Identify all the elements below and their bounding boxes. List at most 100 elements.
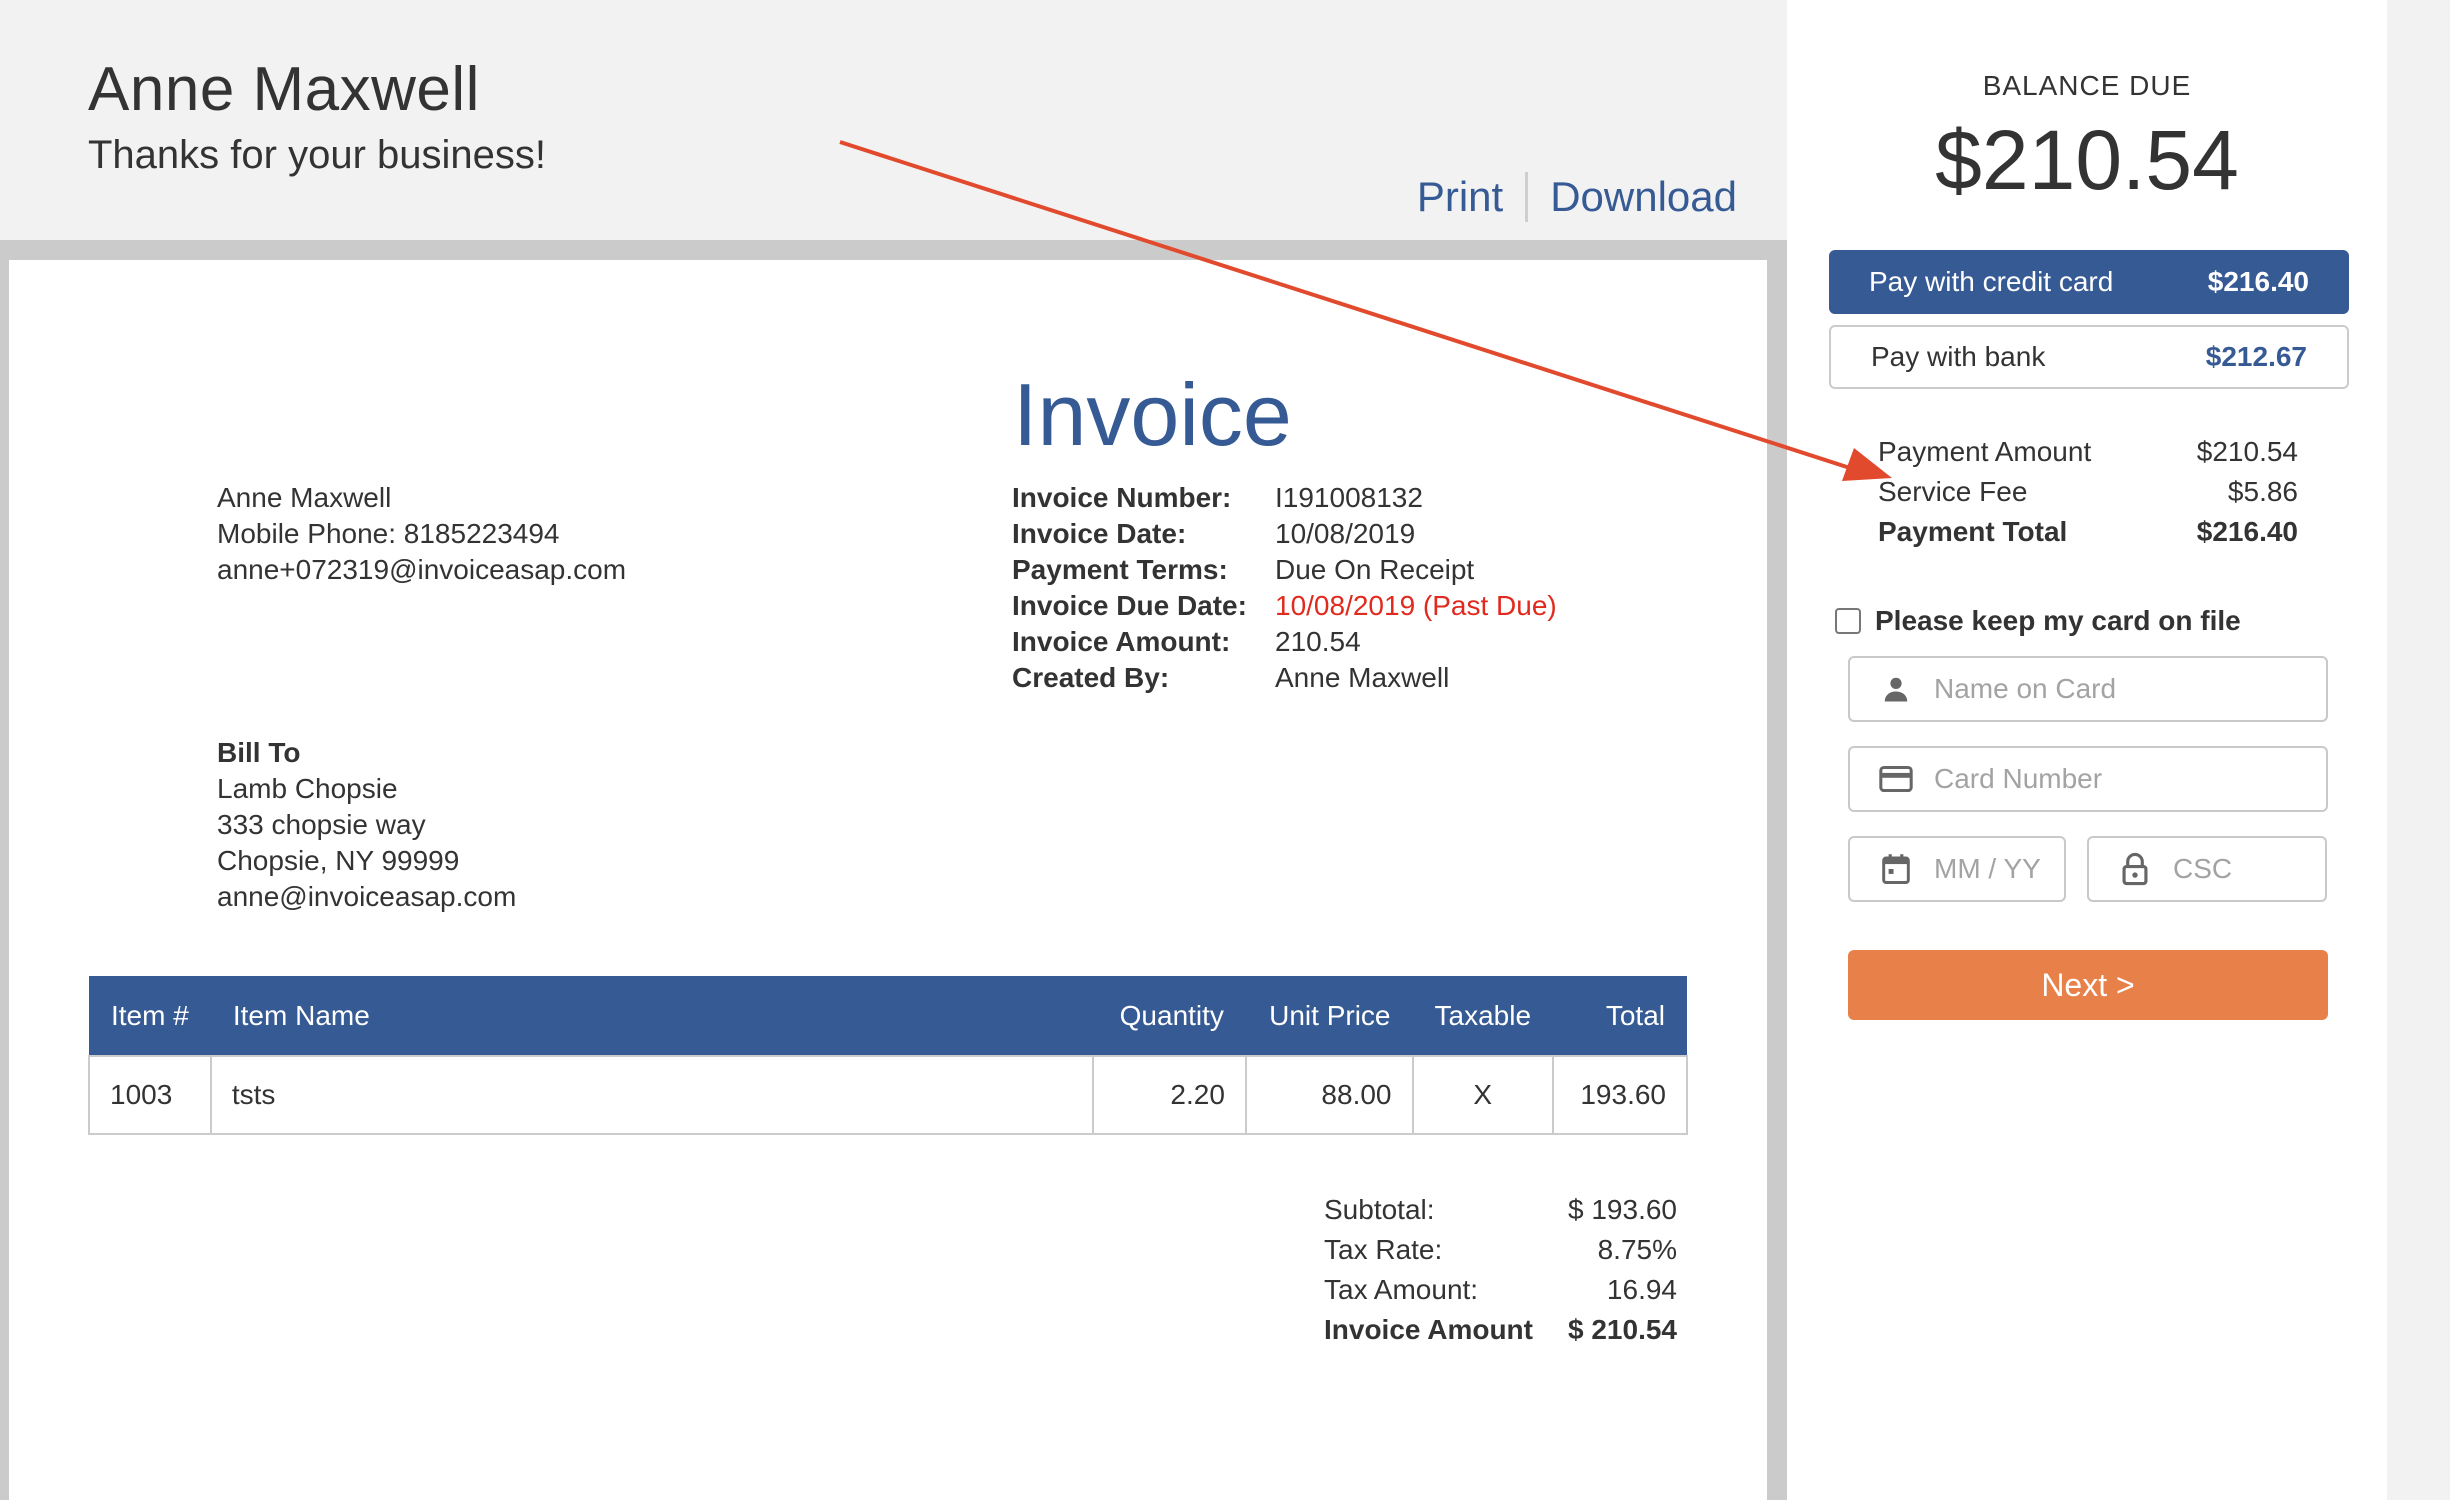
keep-card-checkbox[interactable] xyxy=(1835,608,1861,634)
invoice-title: Invoice xyxy=(1013,365,1292,464)
name-on-card-field[interactable]: Name on Card xyxy=(1848,656,2328,722)
meta-label: Payment Terms: xyxy=(1012,554,1228,585)
meta-row: Payment Terms: Due On Receipt xyxy=(1012,552,1557,588)
subtotal-value: $ 193.60 xyxy=(1568,1194,1677,1225)
created-by: Anne Maxwell xyxy=(1275,662,1450,693)
meta-row: Invoice Number: I191008132 xyxy=(1012,480,1557,516)
invoice-date: 10/08/2019 xyxy=(1275,518,1416,549)
right-margin xyxy=(2387,0,2450,1500)
service-fee-label: Service Fee xyxy=(1878,476,2028,507)
invoice-amount-label: Invoice Amount xyxy=(1324,1314,1533,1345)
csc-placeholder: CSC xyxy=(2173,853,2233,884)
header-actions: Print Download xyxy=(1417,172,1737,222)
invoice-totals: Subtotal: $ 193.60 Tax Rate: 8.75% Tax A… xyxy=(1324,1190,1689,1350)
invoice-document: Invoice Anne Maxwell Mobile Phone: 81852… xyxy=(9,260,1767,1500)
meta-label: Invoice Date: xyxy=(1012,518,1187,549)
cell-item-number: 1003 xyxy=(88,1055,212,1135)
tagline: Thanks for your business! xyxy=(88,133,546,177)
payment-panel: BALANCE DUE $210.54 Pay with credit card… xyxy=(1787,0,2387,1500)
tax-amount-label: Tax Amount: xyxy=(1324,1274,1479,1305)
csc-field[interactable]: CSC xyxy=(2087,836,2327,902)
payment-total-label: Payment Total xyxy=(1878,516,2068,547)
meta-label: Invoice Amount: xyxy=(1012,626,1231,657)
payment-amount-label: Payment Amount xyxy=(1878,436,2092,467)
balance-due-label: BALANCE DUE xyxy=(1982,70,2192,101)
tax-rate-value: 8.75% xyxy=(1597,1234,1677,1265)
balance-due-amount: $210.54 xyxy=(1935,113,2239,207)
cell-unit-price: 88.00 xyxy=(1244,1055,1414,1135)
divider xyxy=(1525,172,1529,222)
meta-row: Invoice Date: 10/08/2019 xyxy=(1012,516,1557,552)
totals-row: Tax Rate: 8.75% xyxy=(1324,1230,1689,1270)
payment-summary: Payment Amount $210.54 Service Fee $5.86… xyxy=(1878,432,2298,552)
totals-row: Invoice Amount $ 210.54 xyxy=(1324,1310,1689,1350)
tax-amount-value: 16.94 xyxy=(1606,1274,1677,1305)
card-number-field[interactable]: Card Number xyxy=(1848,746,2328,812)
col-item-name: Item Name xyxy=(232,999,370,1031)
lock-icon xyxy=(2117,851,2153,887)
invoice-frame: Invoice Anne Maxwell Mobile Phone: 81852… xyxy=(0,240,1787,1500)
meta-row: Invoice Amount: 210.54 xyxy=(1012,624,1557,660)
table-row: 1003 tsts 2.20 88.00 X 193.60 xyxy=(88,1055,1688,1135)
bill-to-name: Lamb Chopsie xyxy=(217,773,398,804)
pay-bank-button[interactable]: Pay with bank $212.67 xyxy=(1829,325,2349,389)
cell-taxable: X xyxy=(1411,1055,1555,1135)
sender-info: Anne Maxwell Mobile Phone: 8185223494 an… xyxy=(217,480,626,588)
keep-card-label: Please keep my card on file xyxy=(1875,605,2241,636)
sender-email: anne+072319@invoiceasap.com xyxy=(217,554,627,585)
business-name: Anne Maxwell xyxy=(88,55,480,124)
invoice-amount-value: $ 210.54 xyxy=(1568,1314,1677,1345)
totals-row: Tax Amount: 16.94 xyxy=(1324,1270,1689,1310)
col-total: Total xyxy=(1605,999,1665,1031)
col-taxable: Taxable xyxy=(1434,999,1532,1031)
print-link[interactable]: Print xyxy=(1417,173,1503,221)
cell-quantity: 2.20 xyxy=(1091,1055,1247,1135)
sender-name: Anne Maxwell xyxy=(217,482,392,513)
cell-total: 193.60 xyxy=(1552,1055,1688,1135)
expiry-placeholder: MM / YY xyxy=(1934,853,2041,884)
next-button[interactable]: Next > xyxy=(1848,950,2328,1020)
name-on-card-placeholder: Name on Card xyxy=(1934,673,2117,704)
meta-label: Created By: xyxy=(1012,662,1170,693)
col-quantity: Quantity xyxy=(1119,999,1224,1031)
pay-credit-label: Pay with credit card xyxy=(1869,266,2114,297)
meta-row: Invoice Due Date: 10/08/2019 (Past Due) xyxy=(1012,588,1557,624)
meta-label: Invoice Due Date: xyxy=(1012,590,1247,621)
invoice-number: I191008132 xyxy=(1275,482,1423,513)
pay-credit-amount: $216.40 xyxy=(2207,266,2309,297)
pay-bank-amount: $212.67 xyxy=(2205,341,2307,372)
expiry-field[interactable]: MM / YY xyxy=(1848,836,2066,902)
card-number-placeholder: Card Number xyxy=(1934,763,2103,794)
col-unit-price: Unit Price xyxy=(1269,999,1391,1031)
summary-row: Payment Total $216.40 xyxy=(1878,512,2298,552)
bill-to-email: anne@invoiceasap.com xyxy=(217,881,517,912)
invoice-due-date: 10/08/2019 (Past Due) xyxy=(1275,590,1557,621)
bill-to-city: Chopsie, NY 99999 xyxy=(217,845,460,876)
payment-total-value: $216.40 xyxy=(2196,516,2298,547)
bill-to-street: 333 chopsie way xyxy=(217,809,426,840)
bill-to: Bill To Lamb Chopsie 333 chopsie way Cho… xyxy=(217,735,516,915)
sender-phone: Mobile Phone: 8185223494 xyxy=(217,518,560,549)
cell-item-name: tsts xyxy=(209,1055,1094,1135)
payment-amount-value: $210.54 xyxy=(2196,436,2298,467)
credit-card-icon xyxy=(1878,761,1914,797)
totals-row: Subtotal: $ 193.60 xyxy=(1324,1190,1689,1230)
tax-rate-label: Tax Rate: xyxy=(1324,1234,1443,1265)
download-link[interactable]: Download xyxy=(1550,173,1737,221)
pay-bank-label: Pay with bank xyxy=(1871,341,2046,372)
person-icon xyxy=(1878,671,1914,707)
col-item-number: Item # xyxy=(111,999,189,1031)
keep-card-option[interactable]: Please keep my card on file xyxy=(1835,605,2241,637)
meta-label: Invoice Number: xyxy=(1012,482,1232,513)
summary-row: Service Fee $5.86 xyxy=(1878,472,2298,512)
payment-terms: Due On Receipt xyxy=(1275,554,1475,585)
calendar-icon xyxy=(1878,851,1914,887)
service-fee-value: $5.86 xyxy=(2227,476,2298,507)
subtotal-label: Subtotal: xyxy=(1324,1194,1435,1225)
table-header-row: Item # Item Name Quantity Unit Price Tax… xyxy=(89,976,1687,1056)
invoice-meta: Invoice Number: I191008132 Invoice Date:… xyxy=(1012,480,1557,696)
pay-credit-card-button[interactable]: Pay with credit card $216.40 xyxy=(1829,250,2349,314)
invoice-amount: 210.54 xyxy=(1275,626,1361,657)
bill-to-heading: Bill To xyxy=(217,737,301,768)
page-header: Anne Maxwell Thanks for your business! P… xyxy=(0,0,1787,240)
